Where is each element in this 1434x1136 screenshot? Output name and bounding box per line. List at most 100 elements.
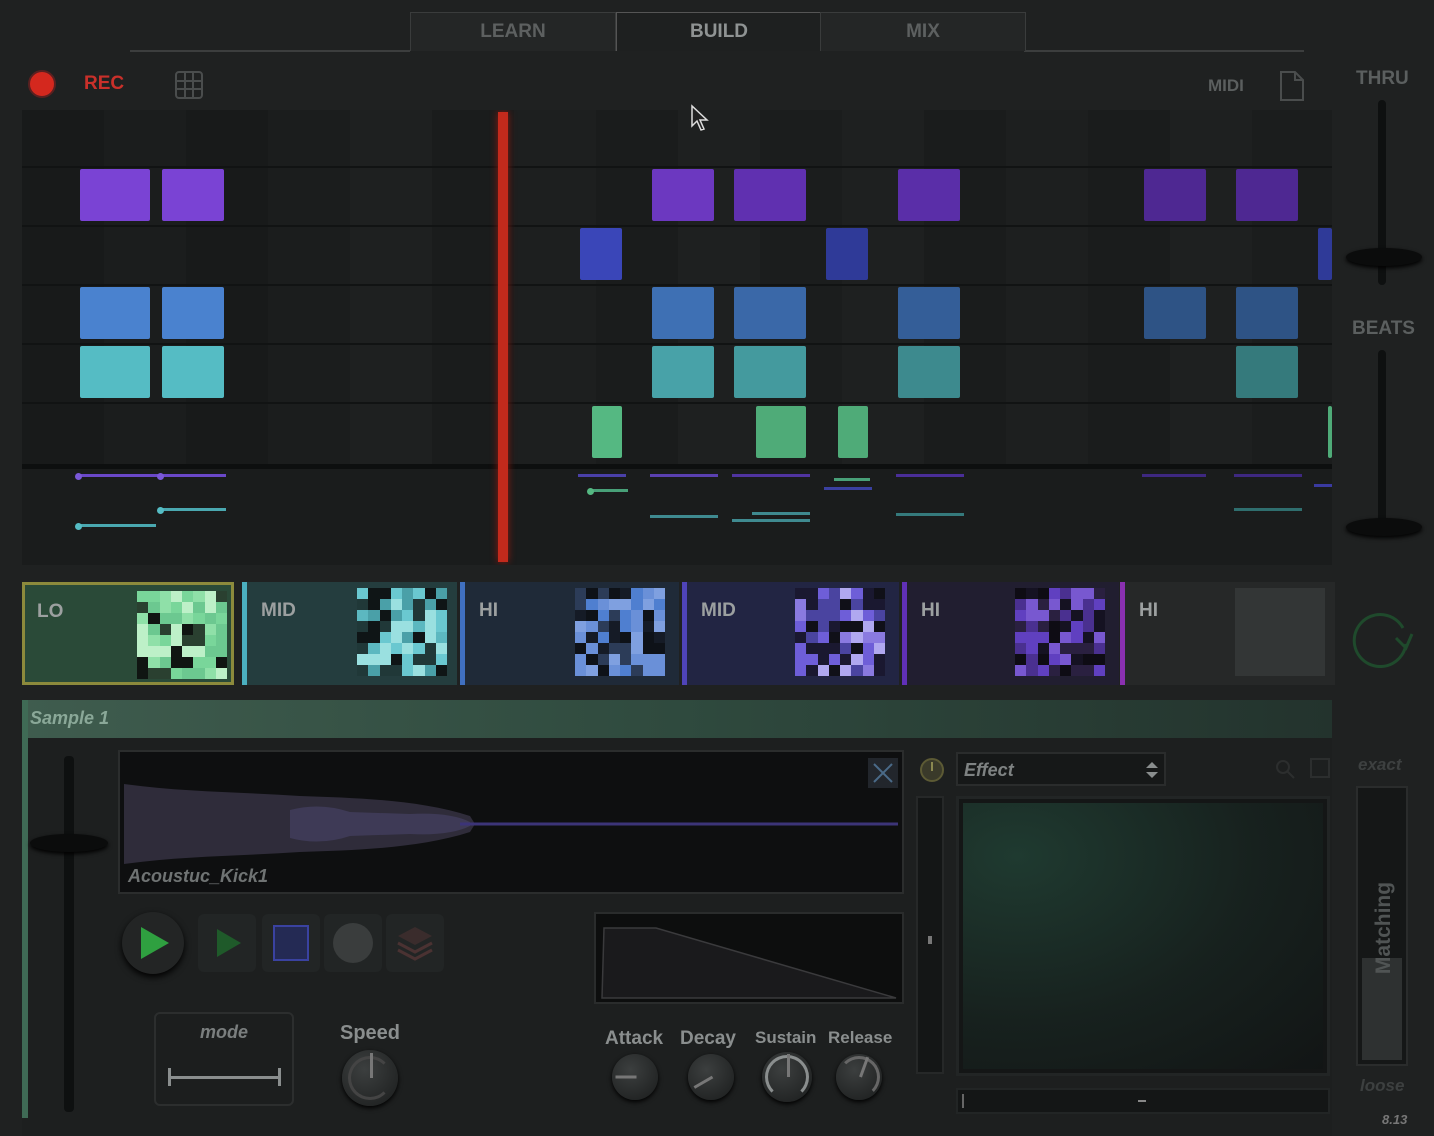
velocity-line[interactable] [78,524,156,527]
note[interactable] [838,406,868,458]
pad-5[interactable]: HI [902,582,1119,685]
decay-knob[interactable] [688,1054,734,1100]
expand-icon[interactable] [1310,758,1330,778]
envelope-display[interactable] [594,912,904,1004]
effect-level-meter[interactable] [916,796,944,1074]
velocity-line[interactable] [78,474,226,477]
sustain-knob[interactable] [762,1052,812,1102]
velocity-line[interactable] [160,508,226,511]
velocity-line[interactable] [1234,508,1302,511]
speed-knob[interactable] [342,1050,398,1106]
velocity-handle[interactable] [75,473,82,480]
velocity-line[interactable] [732,519,810,522]
note[interactable] [652,169,714,221]
note[interactable] [80,169,150,221]
playhead[interactable] [498,112,508,562]
mode-slider[interactable] [168,1076,280,1079]
play-loop-button[interactable] [198,914,256,972]
velocity-handle[interactable] [75,523,82,530]
record-icon[interactable] [28,70,56,98]
note[interactable] [734,287,806,339]
velocity-line[interactable] [824,487,872,490]
note[interactable] [1236,287,1298,339]
velocity-handle[interactable] [587,488,594,495]
note[interactable] [652,287,714,339]
velocity-line[interactable] [896,513,964,516]
note[interactable] [756,406,806,458]
tab-mix[interactable]: MIX [820,12,1026,51]
note[interactable] [898,287,960,339]
note[interactable] [826,228,868,280]
note[interactable] [1144,169,1206,221]
note[interactable] [580,228,622,280]
close-icon[interactable] [868,758,898,788]
velocity-line[interactable] [578,474,626,477]
note[interactable] [80,346,150,398]
pad-2[interactable]: MID [242,582,457,685]
velocity-handle[interactable] [157,473,164,480]
thumbnail-cell [862,665,874,676]
midi-label[interactable]: MIDI [1208,76,1244,96]
record-sample-button[interactable] [324,914,382,972]
tab-learn[interactable]: LEARN [410,12,616,51]
note[interactable] [162,169,224,221]
note[interactable] [898,169,960,221]
stop-button[interactable] [262,914,320,972]
thumbnail-cell [204,635,216,646]
volume-slider-knob[interactable] [30,834,108,852]
release-knob[interactable] [836,1054,882,1100]
tab-build[interactable]: BUILD [616,12,822,51]
effect-select[interactable]: Effect [956,752,1166,786]
velocity-line[interactable] [1142,474,1206,477]
beats-slider-knob[interactable] [1346,518,1422,536]
waveform-display[interactable]: Acoustuc_Kick1 [118,750,904,894]
note[interactable] [898,346,960,398]
play-button[interactable] [122,912,184,974]
pad-1[interactable]: LO [22,582,234,685]
thumbnail-cell [357,643,369,654]
velocity-line[interactable] [896,474,964,477]
sequencer-grid[interactable] [22,110,1332,565]
note[interactable] [592,406,622,458]
note[interactable] [734,169,806,221]
file-icon[interactable] [1278,70,1306,107]
note[interactable] [1328,406,1332,458]
search-icon[interactable] [1274,758,1296,785]
thumbnail-cell [597,665,609,676]
mode-box[interactable]: mode [154,1012,294,1106]
effect-knob-icon[interactable] [920,758,944,782]
note[interactable] [1144,287,1206,339]
note[interactable] [80,287,150,339]
note[interactable] [734,346,806,398]
pad-3[interactable]: HI [460,582,679,685]
velocity-line[interactable] [834,478,870,481]
loop-icon[interactable] [1346,604,1416,673]
thumbnail-cell [357,599,369,610]
note[interactable] [652,346,714,398]
attack-knob[interactable] [612,1054,658,1100]
note[interactable] [1236,346,1298,398]
velocity-line[interactable] [732,474,810,477]
velocity-line[interactable] [1314,484,1332,487]
note[interactable] [162,346,224,398]
rec-button[interactable]: REC [84,73,124,95]
velocity-line[interactable] [590,489,628,492]
velocity-line[interactable] [752,512,810,515]
grid-icon[interactable] [174,70,206,105]
note[interactable] [162,287,224,339]
pad-6[interactable]: HI [1120,582,1335,685]
volume-slider-track[interactable] [64,756,74,1112]
effect-slider[interactable] [956,1088,1330,1114]
note[interactable] [1318,228,1332,280]
velocity-line[interactable] [650,474,718,477]
pad-4[interactable]: MID [682,582,899,685]
layers-button[interactable] [386,914,444,972]
thru-slider-knob[interactable] [1346,248,1422,266]
velocity-handle[interactable] [157,507,164,514]
velocity-line[interactable] [1234,474,1302,477]
beats-slider-track[interactable] [1378,350,1386,532]
effect-xy-pad[interactable] [956,796,1330,1076]
velocity-line[interactable] [650,515,718,518]
note[interactable] [1236,169,1298,221]
matching-slider[interactable]: Matching [1356,786,1408,1066]
